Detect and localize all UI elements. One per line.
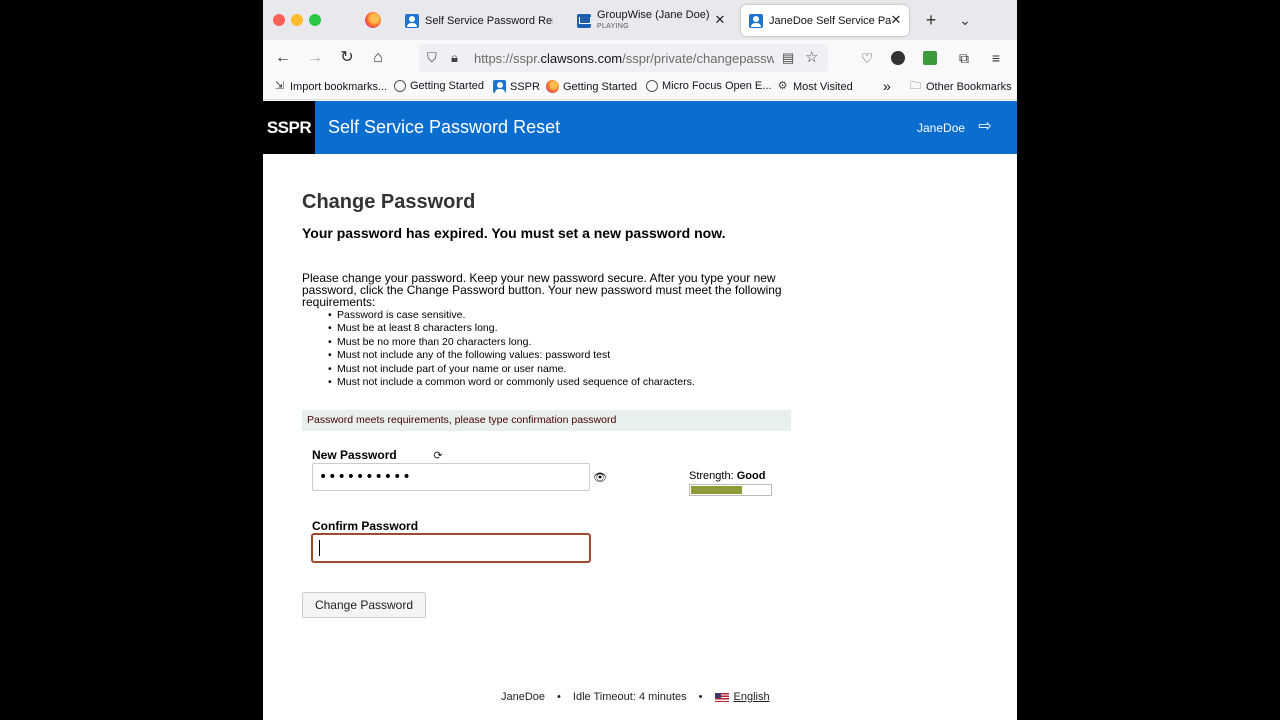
navigation-bar: ← → ↻ ⌂ ⛉ 🔒︎ https://sspr.clawsons.com/s…	[263, 40, 1017, 76]
logout-icon[interactable]: ⇨	[976, 118, 994, 136]
url-bar[interactable]: ⛉ 🔒︎ https://sspr.clawsons.com/sspr/priv…	[419, 44, 828, 72]
bookmark-star-icon[interactable]: ☆	[805, 48, 818, 66]
close-tab-icon[interactable]: ✕	[713, 13, 727, 27]
bookmark-label: Getting Started	[410, 80, 484, 92]
tab-title: Self Service Password Reset	[425, 14, 553, 27]
url-text[interactable]: https://sspr.clawsons.com/sspr/private/c…	[474, 51, 774, 66]
reload-icon[interactable]: ↻	[336, 48, 358, 68]
back-arrow-icon[interactable]: ←	[272, 48, 294, 68]
new-tab-plus-icon[interactable]: +	[921, 10, 941, 30]
sspr-icon	[749, 13, 763, 28]
change-password-button[interactable]: Change Password	[302, 592, 426, 618]
expired-message: Your password has expired. You must set …	[302, 225, 726, 241]
extension-icon[interactable]	[923, 51, 937, 65]
mail-icon	[577, 13, 591, 28]
tab-sspr[interactable]: Self Service Password Reset	[397, 5, 561, 36]
globe-icon	[646, 80, 658, 92]
main-content: Change Password Your password has expire…	[263, 154, 1017, 720]
requirement-item: Must not include part of your name or us…	[328, 363, 695, 377]
intro-text: Please change your password. Keep your n…	[302, 271, 782, 309]
firefox-view-icon[interactable]	[365, 12, 381, 28]
idle-timeout: Idle Timeout: 4 minutes	[572, 691, 687, 703]
tab-title: JaneDoe Self Service Password Reset	[769, 14, 891, 27]
bookmarks-toolbar: ⇲ Import bookmarks... Getting Started SS…	[263, 76, 1017, 100]
folder-icon: 🗀︎	[910, 80, 921, 92]
random-password-icon[interactable]: ⟳	[431, 450, 445, 462]
footer-username: JaneDoe	[501, 691, 546, 703]
tab-strip: Self Service Password Reset GroupWise (J…	[263, 0, 1017, 40]
new-password-input[interactable]: ••••••••••	[312, 463, 590, 491]
bookmark-getting-started[interactable]: Getting Started	[394, 80, 484, 92]
hamburger-menu-icon[interactable]: ≡	[987, 49, 1005, 67]
pocket-icon[interactable]: ♡	[858, 49, 876, 67]
page-title: Change Password	[302, 191, 476, 213]
us-flag-icon	[714, 692, 729, 702]
text-caret	[319, 540, 320, 556]
firefox-icon	[546, 80, 559, 93]
bookmark-import[interactable]: ⇲ Import bookmarks...	[273, 80, 387, 93]
tab-groupwise[interactable]: GroupWise (Jane Doe) PLAYING ✕	[569, 5, 733, 36]
tab-playing-label: PLAYING	[597, 22, 629, 30]
window-minimize-button[interactable]	[291, 14, 303, 26]
requirements-list: Password is case sensitive. Must be at l…	[328, 309, 695, 390]
browser-window: Self Service Password Reset GroupWise (J…	[263, 0, 1017, 720]
separator: •	[698, 691, 703, 703]
list-tabs-chevron-icon[interactable]: ⌄	[955, 10, 975, 30]
strength-meter	[689, 484, 772, 496]
window-close-button[interactable]	[273, 14, 285, 26]
header-username: JaneDoe	[917, 121, 966, 135]
bookmark-other-bookmarks[interactable]: 🗀︎ Other Bookmarks	[909, 80, 1012, 93]
globe-icon	[394, 80, 406, 92]
sspr-icon	[493, 80, 506, 93]
sspr-icon	[405, 13, 419, 28]
bookmark-label: SSPR	[510, 80, 540, 93]
bookmark-getting-started-firefox[interactable]: Getting Started	[546, 80, 637, 93]
reader-view-icon[interactable]: ▤	[782, 50, 794, 66]
tab-janedoe-sspr[interactable]: JaneDoe Self Service Password Reset ✕	[741, 5, 909, 36]
new-password-label: New Password	[312, 448, 397, 462]
account-icon[interactable]	[891, 51, 905, 65]
close-tab-icon[interactable]: ✕	[889, 13, 903, 27]
strength-label: Strength: Good	[689, 470, 766, 482]
show-password-eye-icon[interactable]: 👁︎	[593, 472, 607, 484]
sspr-header: SSPR Self Service Password Reset JaneDoe…	[263, 101, 1017, 154]
bookmark-label: Most Visited	[793, 80, 853, 93]
confirm-password-input[interactable]	[311, 533, 591, 563]
bookmark-label: Import bookmarks...	[290, 80, 388, 93]
home-icon[interactable]: ⌂	[367, 48, 389, 68]
masked-password: ••••••••••	[319, 469, 412, 485]
requirement-item: Must be at least 8 characters long.	[328, 322, 695, 336]
more-bookmarks-chevron-icon[interactable]: »	[883, 78, 891, 94]
bookmark-label: Other Bookmarks	[926, 80, 1012, 93]
gear-icon: ⚙	[777, 80, 788, 92]
confirm-password-label: Confirm Password	[312, 519, 419, 533]
forward-arrow-icon[interactable]: →	[304, 48, 326, 68]
extensions-puzzle-icon[interactable]: ⧉	[955, 49, 973, 67]
bookmark-label: Micro Focus Open E...	[662, 80, 772, 92]
strength-meter-fill	[691, 486, 742, 494]
window-maximize-button[interactable]	[309, 14, 321, 26]
bookmark-most-visited[interactable]: ⚙ Most Visited	[776, 80, 853, 93]
requirement-item: Must be no more than 20 characters long.	[328, 336, 695, 350]
footer: JaneDoe • Idle Timeout: 4 minutes • Engl…	[501, 691, 770, 703]
bookmark-sspr[interactable]: SSPR	[493, 80, 540, 93]
lock-icon[interactable]: 🔒︎	[451, 50, 458, 66]
strength-value: Good	[736, 470, 766, 482]
requirement-item: Password is case sensitive.	[328, 309, 695, 323]
language-link[interactable]: English	[734, 691, 770, 703]
status-message: Password meets requirements, please type…	[302, 410, 791, 431]
bookmark-label: Getting Started	[563, 80, 637, 93]
import-icon: ⇲	[274, 80, 285, 92]
tab-title: GroupWise (Jane Doe)	[597, 9, 710, 21]
separator: •	[557, 691, 561, 703]
requirement-item: Must not include any of the following va…	[328, 349, 695, 363]
app-title: Self Service Password Reset	[328, 117, 561, 137]
shield-icon[interactable]: ⛉	[427, 50, 437, 66]
bookmark-micro-focus[interactable]: Micro Focus Open E...	[646, 80, 771, 92]
requirement-item: Must not include a common word or common…	[328, 376, 695, 390]
sspr-logo: SSPR	[263, 101, 315, 154]
